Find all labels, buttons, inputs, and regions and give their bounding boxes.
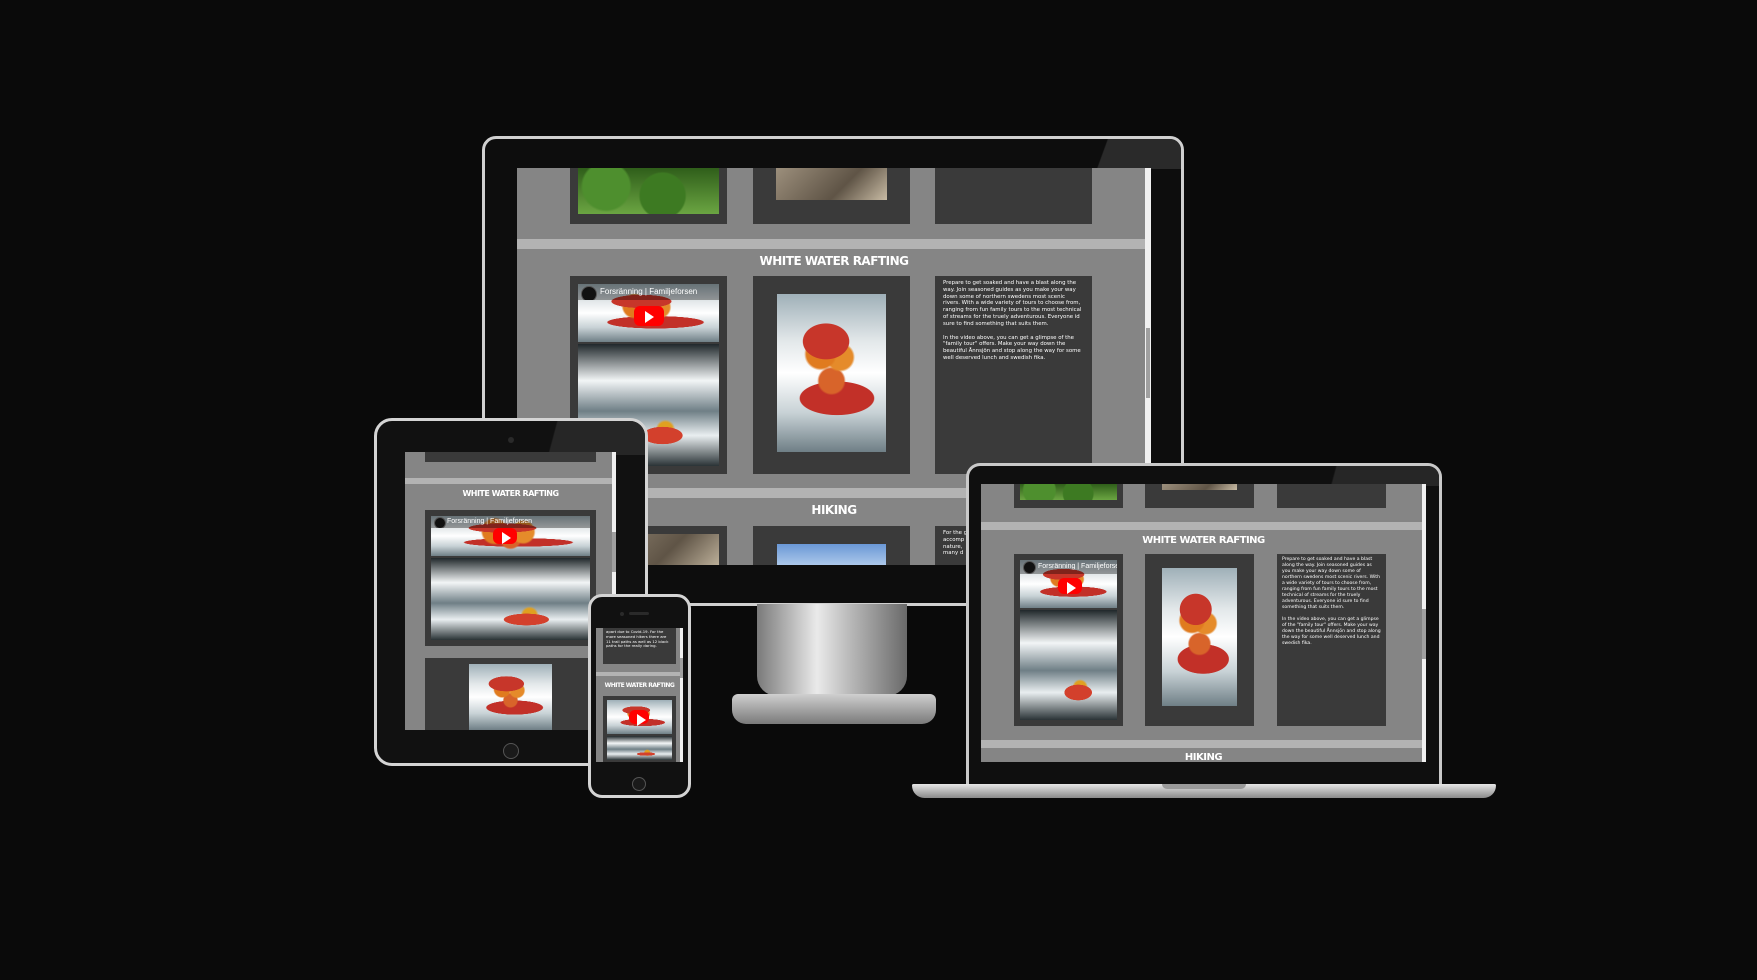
hiking-photo	[777, 544, 886, 565]
rafting-description: Prepare to get soaked and have a blast a…	[1282, 557, 1381, 610]
section-title-rafting: WHITE WATER RAFTING	[1142, 535, 1265, 546]
monitor-stand	[757, 604, 907, 696]
tablet-camera	[508, 437, 514, 443]
tablet-home-button[interactable]	[503, 743, 519, 759]
section-divider	[981, 740, 1422, 748]
section-title-rafting: WHITE WATER RAFTING	[759, 254, 909, 268]
section-title-hiking: HIKING	[1184, 752, 1223, 762]
section-divider	[981, 522, 1422, 530]
rafting-photo	[431, 558, 590, 640]
video-title: Forsränning | Familjeforsen	[1038, 563, 1117, 570]
section-divider	[517, 239, 1147, 249]
rafting-photo	[469, 664, 552, 730]
monitor-stand-base	[732, 694, 936, 724]
scrollbar-thumb[interactable]	[1422, 609, 1426, 659]
video-thumbnail[interactable]: Forsränning | Familjeforsen	[431, 516, 590, 556]
laptop-screen: WHITE WATER RAFTING Forsränning | Familj…	[981, 484, 1426, 762]
gallery-card	[1014, 484, 1123, 508]
scrollbar-thumb[interactable]	[612, 532, 616, 572]
gallery-card	[753, 168, 910, 224]
scrollbar[interactable]	[1422, 484, 1426, 762]
play-button[interactable]	[634, 306, 664, 326]
rafting-video-note: In the video above, you can get a glimps…	[943, 334, 1081, 361]
video-thumbnail[interactable]: Forsränning | Familjeforsen	[1020, 560, 1117, 608]
hiking-text-line: accomp	[943, 536, 965, 543]
trail-photo	[776, 168, 887, 200]
scrollbar-thumb[interactable]	[1146, 328, 1150, 398]
hiking-text-line: many d	[943, 550, 964, 557]
hiking-text-line: nature,	[943, 543, 963, 550]
video-thumbnail[interactable]	[607, 700, 672, 734]
gallery-card	[753, 526, 910, 565]
rafting-photo	[1020, 610, 1117, 720]
tablet-screen: WHITE WATER RAFTING Forsränning | Familj…	[405, 452, 616, 730]
section-title-rafting: WHITE WATER RAFTING	[462, 489, 559, 498]
video-card: Forsränning | Familjeforsen	[1014, 554, 1123, 726]
video-title: Forsränning | Familjeforsen	[447, 518, 533, 525]
rafting-description: Prepare to get soaked and have a blast a…	[943, 280, 1082, 327]
section-divider	[405, 478, 612, 484]
rafting-video-note: In the video above, you can get a glimps…	[1282, 617, 1381, 646]
gallery-card	[935, 168, 1092, 224]
gallery-card	[1145, 484, 1254, 508]
forest-photo	[578, 168, 719, 214]
text-card: Prepare to get soaked and have a blast a…	[935, 276, 1092, 474]
phone-camera	[620, 612, 624, 616]
gallery-card	[1277, 484, 1386, 508]
rafting-photo	[607, 736, 672, 760]
photo-card	[1145, 554, 1254, 726]
text-card: Prepare to get soaked and have a blast a…	[1277, 554, 1386, 726]
rafting-photo	[1162, 568, 1237, 706]
phone-home-button[interactable]	[632, 777, 646, 791]
scrollbar[interactable]	[680, 628, 683, 762]
photo-card	[425, 658, 596, 730]
text-card: apart due to Covid-19. For the more seas…	[603, 628, 676, 664]
video-card: Forsränning | Familjeforsen	[425, 510, 596, 646]
phone-speaker	[629, 612, 649, 615]
laptop-notch	[1162, 784, 1246, 789]
play-button[interactable]	[629, 710, 649, 726]
hiking-text: apart due to Covid-19. For the more seas…	[606, 629, 669, 649]
video-thumbnail[interactable]: Forsränning | Familjeforsen	[578, 284, 719, 342]
rafting-photo	[777, 294, 886, 452]
section-title-rafting: WHITE WATER RAFTING	[604, 682, 675, 689]
section-divider	[596, 672, 680, 676]
scrollbar-thumb[interactable]	[680, 658, 683, 678]
gallery-card	[570, 168, 727, 224]
phone-screen: apart due to Covid-19. For the more seas…	[596, 628, 683, 762]
video-title: Forsränning | Familjeforsen	[600, 287, 698, 296]
hiking-text-line: For the g	[943, 530, 968, 536]
play-button[interactable]	[493, 528, 517, 544]
video-card	[603, 696, 676, 762]
photo-card	[753, 276, 910, 474]
play-button[interactable]	[1058, 578, 1082, 594]
